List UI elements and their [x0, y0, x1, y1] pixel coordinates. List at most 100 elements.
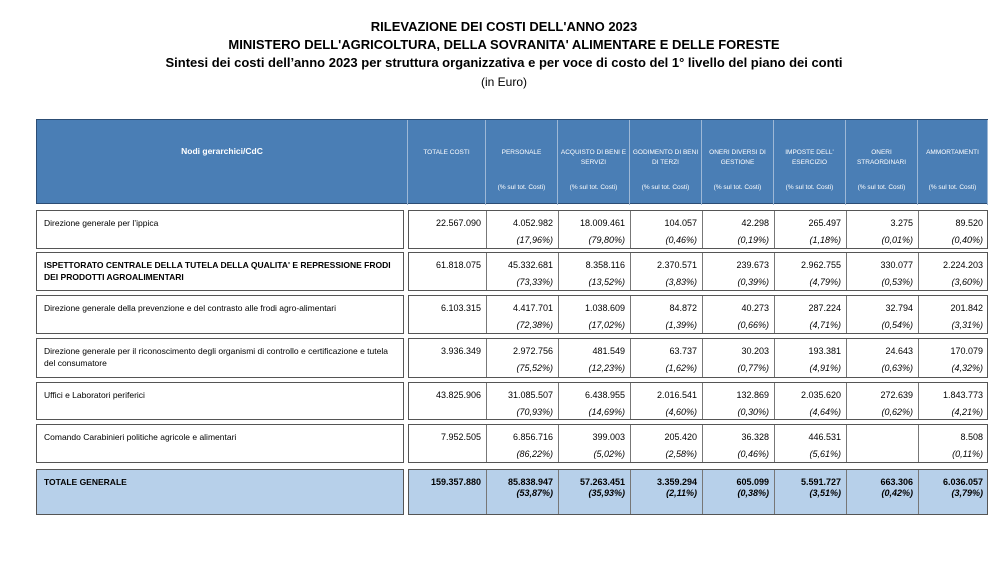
cell-pct: (0,38%)	[737, 488, 769, 498]
column-divider	[846, 425, 847, 462]
table-row: Direzione generale della prevenzione e d…	[36, 295, 988, 334]
table-row: Direzione generale per il riconoscimento…	[36, 338, 988, 378]
cell-value: 104.057	[664, 218, 697, 228]
header-col-4: ONERI DIVERSI DI GESTIONE (% sul tot. Cos…	[702, 120, 774, 205]
cell-value: 193.381	[808, 346, 841, 356]
cell-value: 43.825.906	[435, 390, 481, 400]
header-col-3: GODIMENTO DI BENI DI TERZI (% sul tot. Co…	[630, 120, 702, 205]
cell-value: 1.843.773	[942, 390, 983, 400]
row-values-cell: 6.103.315 4.417.701 1.038.609 84.872 40.273 2…	[408, 295, 988, 334]
cell-value: 2.972.756	[512, 346, 553, 356]
cell-value: 399.003	[592, 432, 625, 442]
cell-pct: (1,39%)	[665, 320, 697, 330]
cell-pct: (0,54%)	[881, 320, 913, 330]
row-name: Direzione generale per l’ippica	[44, 218, 159, 228]
row-values-cell: 22.567.090 4.052.982 18.009.461 104.057 42.2…	[408, 210, 988, 249]
cell-pct: (0,53%)	[881, 277, 913, 287]
cell-value: 2.224.203	[942, 260, 983, 270]
header-col-pct: (% sul tot. Costi)	[569, 184, 618, 191]
cell-value: 89.520	[955, 218, 983, 228]
header-col-label: ACQUISTO DI BENI E SERVIZI	[560, 149, 627, 166]
header-col-5: IMPOSTE DELL' ESERCIZIO (% sul tot. Costi…	[774, 120, 846, 205]
table-header: Nodi gerarchici/CdC TOTALE COSTI PERSONALE…	[36, 119, 988, 205]
header-col-label: TOTALE COSTI	[423, 149, 470, 156]
cell-pct: (13,52%)	[588, 277, 625, 287]
cell-value: 446.531	[808, 432, 841, 442]
row-name-cell: Direzione generale della prevenzione e d…	[36, 295, 404, 334]
cell-value: 18.009.461	[579, 218, 625, 228]
header-col-label: PERSONALE	[501, 149, 542, 156]
report-unit: (in Euro)	[480, 75, 527, 89]
cell-pct: (0,63%)	[881, 363, 913, 373]
row-name-cell: Direzione generale per l’ippica	[36, 210, 404, 249]
cell-pct: (73,33%)	[516, 277, 553, 287]
cell-pct: (0,11%)	[952, 449, 983, 459]
header-col-pct: (% sul tot. Costi)	[713, 184, 762, 191]
cell-pct: (4,91%)	[809, 363, 841, 373]
report-title-3: Sintesi dei costi dell’anno 2023 per str…	[165, 55, 843, 70]
cell-pct: (2,11%)	[666, 488, 697, 498]
cell-pct: (0,19%)	[737, 235, 769, 245]
cell-pct: (2,58%)	[665, 449, 697, 459]
header-col-7: AMMORTAMENTI (% sul tot. Costi)	[918, 120, 988, 205]
header-col-label: IMPOSTE DELL' ESERCIZIO	[785, 149, 834, 166]
cell-value: 3.275	[890, 218, 913, 228]
report-title-1: RILEVAZIONE DEI COSTI DELL'ANNO 2023	[370, 19, 638, 34]
cell-value: 2.035.620	[800, 390, 841, 400]
cell-value: 287.224	[808, 303, 841, 313]
cell-value: 4.417.701	[512, 303, 553, 313]
cell-value: 63.737	[669, 346, 697, 356]
header-col-label: ONERI STRAORDINARI	[856, 149, 907, 166]
cell-value: 663.306	[880, 477, 913, 487]
table-row: Direzione generale per l’ippica 22.567.09…	[36, 210, 988, 249]
cell-pct: (0,46%)	[665, 235, 697, 245]
cell-pct: (0,62%)	[881, 407, 913, 417]
cell-pct: (5,61%)	[809, 449, 841, 459]
report-title-2: MINISTERO DELL'AGRICOLTURA, DELLA SOVRAN…	[228, 37, 780, 52]
cell-pct: (12,23%)	[588, 363, 625, 373]
table-row: Comando Carabinieri politiche agricole e…	[36, 424, 988, 463]
cell-pct: (75,52%)	[516, 363, 553, 373]
row-name-cell: Uffici e Laboratori periferici	[36, 382, 404, 420]
row-name: TOTALE GENERALE	[44, 477, 127, 487]
cell-value: 239.673	[736, 260, 769, 270]
cell-value: 22.567.090	[435, 218, 481, 228]
cell-value: 57.263.451	[579, 477, 625, 487]
cell-value: 36.328	[741, 432, 769, 442]
row-name: Direzione generale della prevenzione e d…	[44, 303, 337, 313]
cell-pct: (3,51%)	[809, 488, 841, 498]
cell-value: 1.038.609	[584, 303, 625, 313]
cell-pct: (72,38%)	[516, 320, 553, 330]
cell-value: 8.508	[960, 432, 983, 442]
cell-value: 205.420	[664, 432, 697, 442]
cell-pct: (0,66%)	[737, 320, 769, 330]
cell-pct: (1,18%)	[809, 235, 841, 245]
cell-pct: (4,21%)	[951, 407, 983, 417]
row-name-cell: Comando Carabinieri politiche agricole e…	[36, 424, 404, 463]
cell-pct: (4,71%)	[809, 320, 841, 330]
cell-pct: (0,46%)	[737, 449, 769, 459]
row-name: Uffici e Laboratori periferici	[44, 390, 145, 400]
cell-pct: (5,02%)	[593, 449, 625, 459]
cell-value: 8.358.116	[585, 260, 625, 270]
cell-value: 159.357.880	[430, 477, 481, 487]
cell-pct: (14,69%)	[588, 407, 625, 417]
cell-value: 32.794	[885, 303, 913, 313]
header-col-label: GODIMENTO DI BENI DI TERZI	[632, 149, 699, 166]
total-row: TOTALE GENERALE 159.357.880 85.838.947 57.2…	[36, 469, 988, 515]
cell-value: 272.639	[880, 390, 913, 400]
cell-pct: (4,79%)	[809, 277, 841, 287]
cell-value: 4.052.982	[512, 218, 553, 228]
header-col-pct: (% sul tot. Costi)	[785, 184, 834, 191]
cell-pct: (3,79%)	[951, 488, 983, 498]
cell-pct: (0,01%)	[881, 235, 913, 245]
row-name: ISPETTORATO CENTRALE DELLA TUTELA DELLA …	[44, 260, 391, 282]
cell-pct: (3,60%)	[951, 277, 983, 287]
cell-value: 5.591.727	[800, 477, 841, 487]
cell-value: 40.273	[741, 303, 769, 313]
cell-value: 605.099	[736, 477, 769, 487]
cell-pct: (3,83%)	[665, 277, 697, 287]
cell-pct: (0,42%)	[881, 488, 913, 498]
header-nodes-label: Nodi gerarchici/CdC	[181, 146, 263, 156]
cell-value: 42.298	[741, 218, 769, 228]
